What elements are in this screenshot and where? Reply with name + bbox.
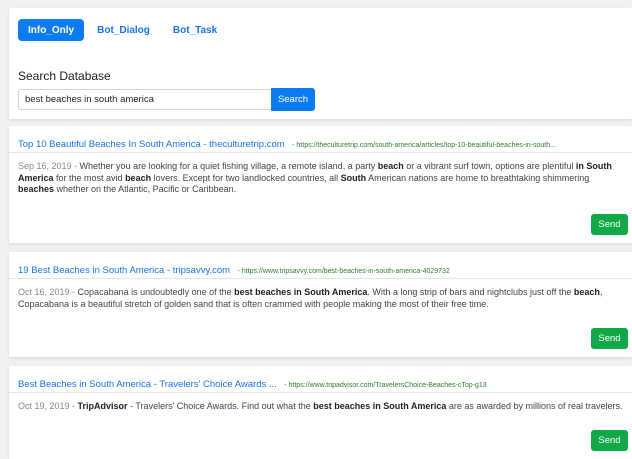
snippet-text: Whether you are looking for a quiet fish… bbox=[79, 161, 378, 171]
search-input[interactable] bbox=[18, 89, 271, 110]
result-card: 19 Best Beaches in South America - trips… bbox=[9, 252, 632, 357]
result-header: 19 Best Beaches in South America - trips… bbox=[18, 260, 623, 278]
snippet-text: Copacabana is undoubtedly one of the bbox=[77, 287, 235, 297]
result-date: Oct 19, 2019 - bbox=[18, 401, 78, 411]
snippet-text: - Travelers' Choice Awards. Find out wha… bbox=[127, 401, 314, 411]
snippet-highlight: beach bbox=[377, 161, 404, 171]
search-database-heading: Search Database bbox=[18, 69, 111, 83]
snippet-highlight: South bbox=[340, 172, 367, 183]
snippet-text: or a vibrant surf town, options are plen… bbox=[403, 161, 576, 171]
snippet-highlight: TripAdvisor bbox=[77, 401, 128, 411]
divider bbox=[9, 278, 632, 279]
snippet-text: . With a long strip of bars and nightclu… bbox=[367, 287, 574, 297]
result-header: Top 10 Beautiful Beaches In South Americ… bbox=[18, 134, 623, 152]
search-button[interactable]: Search bbox=[271, 88, 315, 111]
snippet-text: are as awarded by millions of real trave… bbox=[446, 401, 623, 411]
result-title-link[interactable]: Best Beaches in South America - Traveler… bbox=[18, 379, 277, 390]
snippet-text: for the most avid bbox=[53, 172, 126, 183]
snippet-highlight: beaches bbox=[18, 184, 55, 194]
snippet-text: American nations are home to breathtakin… bbox=[366, 172, 590, 183]
snippet-highlight: beach bbox=[125, 172, 152, 183]
result-snippet: Oct 16, 2019 - Copacabana is undoubtedly… bbox=[18, 287, 626, 310]
result-url: - https://www.tripsavvy.com/best-beaches… bbox=[237, 268, 450, 275]
result-snippet: Sep 16, 2019 - Whether you are looking f… bbox=[18, 161, 626, 196]
divider bbox=[9, 152, 632, 153]
result-header: Best Beaches in South America - Traveler… bbox=[18, 374, 623, 392]
result-snippet: Oct 19, 2019 - TripAdvisor - Travelers' … bbox=[18, 401, 626, 413]
result-date: Sep 16, 2019 - bbox=[18, 161, 80, 171]
snippet-highlight: beach bbox=[573, 287, 600, 297]
send-button[interactable]: Send bbox=[591, 214, 628, 235]
result-title-link[interactable]: Top 10 Beautiful Beaches In South Americ… bbox=[18, 139, 285, 150]
divider bbox=[9, 392, 632, 393]
mode-tabs: Info_Only Bot_Dialog Bot_Task bbox=[18, 19, 230, 41]
tab-bot-task[interactable]: Bot_Task bbox=[163, 19, 227, 41]
result-url: - https://theculturetrip.com/south-ameri… bbox=[292, 142, 556, 149]
tab-info-only[interactable]: Info_Only bbox=[18, 19, 85, 41]
search-panel: Info_Only Bot_Dialog Bot_Task Search Dat… bbox=[9, 8, 632, 119]
snippet-highlight: best beaches in South America bbox=[313, 401, 447, 411]
snippet-text: whether on the Atlantic, Pacific or Cari… bbox=[54, 184, 237, 194]
snippet-highlight: best beaches in South America bbox=[234, 287, 368, 297]
result-title-link[interactable]: 19 Best Beaches in South America - trips… bbox=[18, 265, 230, 276]
tab-bot-dialog[interactable]: Bot_Dialog bbox=[87, 19, 160, 41]
result-url: - https://www.tripadvisor.com/TravelersC… bbox=[284, 382, 487, 389]
send-button[interactable]: Send bbox=[591, 328, 628, 349]
snippet-text: lovers. Except for two landlocked countr… bbox=[151, 172, 341, 183]
result-card: Top 10 Beautiful Beaches In South Americ… bbox=[9, 126, 632, 243]
send-button[interactable]: Send bbox=[591, 430, 628, 451]
result-date: Oct 16, 2019 - bbox=[18, 287, 78, 297]
result-card: Best Beaches in South America - Traveler… bbox=[9, 366, 632, 459]
